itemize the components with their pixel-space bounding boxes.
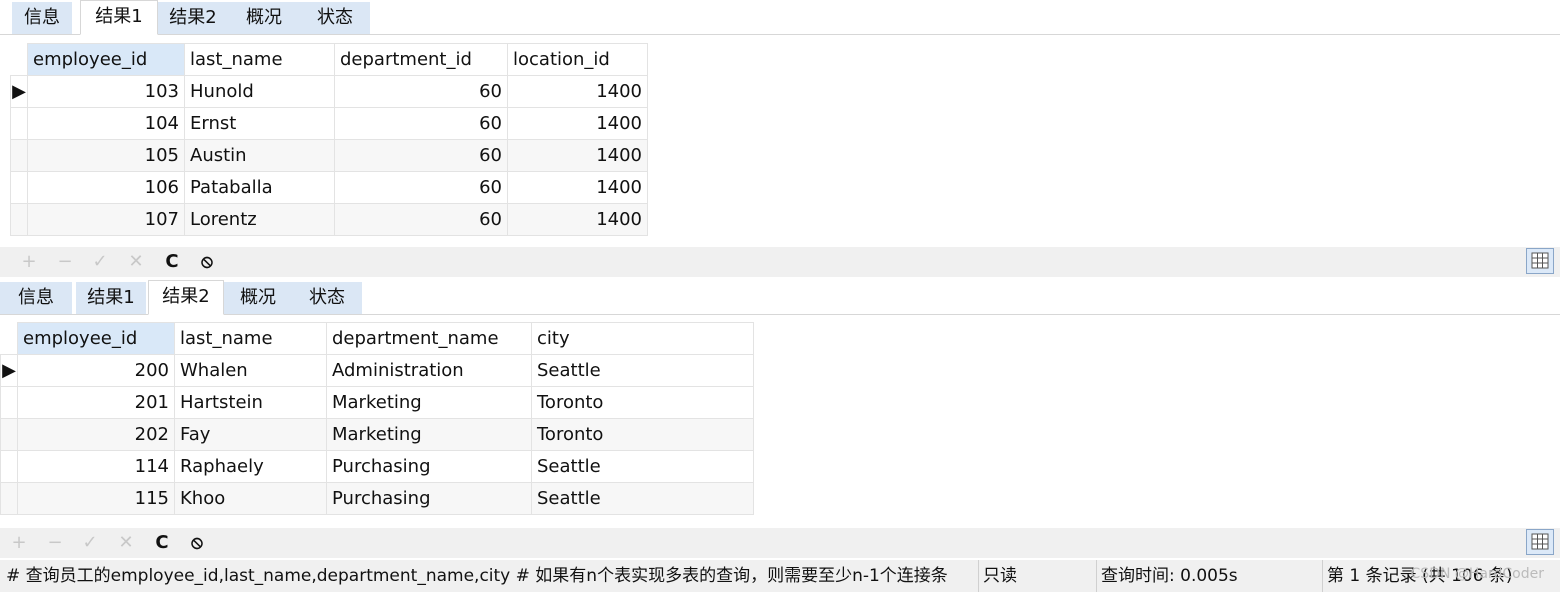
table-row[interactable]: 107 Lorentz 60 1400 xyxy=(10,203,648,236)
cell-department-name[interactable]: Purchasing xyxy=(326,482,532,515)
watermark: CSDN @HardCoder xyxy=(1410,566,1544,582)
cell-employee-id[interactable]: 103 xyxy=(27,75,185,108)
cell-last-name[interactable]: Ernst xyxy=(184,107,335,140)
tab-info[interactable]: 信息 xyxy=(12,2,72,34)
grid-view-icon[interactable] xyxy=(1526,529,1554,555)
cell-city[interactable]: Seattle xyxy=(531,482,754,515)
status-bar: # 查询员工的employee_id,last_name,department_… xyxy=(0,560,1560,592)
column-header-last-name[interactable]: last_name xyxy=(174,322,327,355)
table-row[interactable]: ▶ 103 Hunold 60 1400 xyxy=(10,75,648,108)
apply-changes-button[interactable]: ✓ xyxy=(90,251,110,273)
cell-employee-id[interactable]: 202 xyxy=(17,418,175,451)
cell-city[interactable]: Seattle xyxy=(531,354,754,387)
cell-city[interactable]: Seattle xyxy=(531,450,754,483)
cell-city[interactable]: Toronto xyxy=(531,418,754,451)
column-header-department-id[interactable]: department_id xyxy=(334,43,508,76)
table-row[interactable]: ▶ 200 Whalen Administration Seattle xyxy=(0,354,754,387)
delete-row-button[interactable]: − xyxy=(55,251,75,273)
tab-overview[interactable]: 概况 xyxy=(228,2,300,34)
tab-info[interactable]: 信息 xyxy=(0,282,72,314)
cell-department-id[interactable]: 60 xyxy=(334,203,508,236)
stop-icon[interactable]: ⦸ xyxy=(197,251,217,273)
table-row[interactable]: 106 Pataballa 60 1400 xyxy=(10,171,648,204)
result-tabs-bottom: 信息 结果1 结果2 概况 状态 xyxy=(0,280,1560,315)
cell-department-id[interactable]: 60 xyxy=(334,75,508,108)
cell-city[interactable]: Toronto xyxy=(531,386,754,419)
result2-grid[interactable]: employee_id last_name department_name ci… xyxy=(0,322,754,515)
cell-last-name[interactable]: Hunold xyxy=(184,75,335,108)
table-row[interactable]: 105 Austin 60 1400 xyxy=(10,139,648,172)
cell-department-name[interactable]: Marketing xyxy=(326,386,532,419)
column-header-employee-id[interactable]: employee_id xyxy=(27,43,185,76)
cell-last-name[interactable]: Austin xyxy=(184,139,335,172)
table-row[interactable]: 201 Hartstein Marketing Toronto xyxy=(0,386,754,419)
column-header-employee-id[interactable]: employee_id xyxy=(17,322,175,355)
cell-employee-id[interactable]: 200 xyxy=(17,354,175,387)
cell-location-id[interactable]: 1400 xyxy=(507,107,648,140)
add-row-button[interactable]: + xyxy=(19,251,39,273)
cell-employee-id[interactable]: 201 xyxy=(17,386,175,419)
cell-location-id[interactable]: 1400 xyxy=(507,203,648,236)
status-query-time: 查询时间: 0.005s xyxy=(1096,560,1321,592)
cell-last-name[interactable]: Khoo xyxy=(174,482,327,515)
table-header-row: employee_id last_name department_name ci… xyxy=(0,322,754,355)
tab-status[interactable]: 状态 xyxy=(300,2,370,34)
grid-toolbar-top: + − ✓ ✕ C ⦸ xyxy=(0,247,1560,277)
cell-last-name[interactable]: Raphaely xyxy=(174,450,327,483)
column-header-location-id[interactable]: location_id xyxy=(507,43,648,76)
cell-last-name[interactable]: Fay xyxy=(174,418,327,451)
stop-icon[interactable]: ⦸ xyxy=(187,532,207,554)
table-row[interactable]: 104 Ernst 60 1400 xyxy=(10,107,648,140)
tab-result2[interactable]: 结果2 xyxy=(158,2,228,34)
cell-employee-id[interactable]: 107 xyxy=(27,203,185,236)
table-row[interactable]: 115 Khoo Purchasing Seattle xyxy=(0,482,754,515)
cell-department-id[interactable]: 60 xyxy=(334,171,508,204)
table-row[interactable]: 114 Raphaely Purchasing Seattle xyxy=(0,450,754,483)
cell-employee-id[interactable]: 104 xyxy=(27,107,185,140)
cell-department-name[interactable]: Marketing xyxy=(326,418,532,451)
refresh-icon[interactable]: C xyxy=(162,251,182,273)
column-header-department-name[interactable]: department_name xyxy=(326,322,532,355)
cell-employee-id[interactable]: 105 xyxy=(27,139,185,172)
add-row-button[interactable]: + xyxy=(9,532,29,554)
tab-result1[interactable]: 结果1 xyxy=(76,282,146,314)
status-query-text: # 查询员工的employee_id,last_name,department_… xyxy=(6,566,948,586)
current-row-indicator-icon: ▶ xyxy=(10,75,28,108)
cell-last-name[interactable]: Whalen xyxy=(174,354,327,387)
cell-department-id[interactable]: 60 xyxy=(334,107,508,140)
current-row-indicator-icon: ▶ xyxy=(0,354,18,387)
status-mode: 只读 xyxy=(978,560,1093,592)
discard-changes-button[interactable]: ✕ xyxy=(116,532,136,554)
cell-last-name[interactable]: Pataballa xyxy=(184,171,335,204)
cell-location-id[interactable]: 1400 xyxy=(507,171,648,204)
grid-view-icon[interactable] xyxy=(1526,248,1554,274)
cell-last-name[interactable]: Hartstein xyxy=(174,386,327,419)
grid-toolbar-bottom: + − ✓ ✕ C ⦸ xyxy=(0,528,1560,558)
result-tabs-top: 信息 结果1 结果2 概况 状态 xyxy=(0,0,1560,35)
tab-result1[interactable]: 结果1 xyxy=(80,0,158,35)
tab-status[interactable]: 状态 xyxy=(292,282,362,314)
cell-department-id[interactable]: 60 xyxy=(334,139,508,172)
refresh-icon[interactable]: C xyxy=(152,532,172,554)
cell-location-id[interactable]: 1400 xyxy=(507,75,648,108)
apply-changes-button[interactable]: ✓ xyxy=(80,532,100,554)
cell-department-name[interactable]: Purchasing xyxy=(326,450,532,483)
column-header-last-name[interactable]: last_name xyxy=(184,43,335,76)
result1-grid[interactable]: employee_id last_name department_id loca… xyxy=(10,43,648,236)
delete-row-button[interactable]: − xyxy=(45,532,65,554)
table-row[interactable]: 202 Fay Marketing Toronto xyxy=(0,418,754,451)
cell-employee-id[interactable]: 115 xyxy=(17,482,175,515)
cell-employee-id[interactable]: 106 xyxy=(27,171,185,204)
column-header-city[interactable]: city xyxy=(531,322,754,355)
cell-location-id[interactable]: 1400 xyxy=(507,139,648,172)
table-header-row: employee_id last_name department_id loca… xyxy=(10,43,648,76)
tab-overview[interactable]: 概况 xyxy=(224,282,292,314)
discard-changes-button[interactable]: ✕ xyxy=(126,251,146,273)
cell-department-name[interactable]: Administration xyxy=(326,354,532,387)
cell-last-name[interactable]: Lorentz xyxy=(184,203,335,236)
cell-employee-id[interactable]: 114 xyxy=(17,450,175,483)
tab-result2[interactable]: 结果2 xyxy=(148,280,224,315)
